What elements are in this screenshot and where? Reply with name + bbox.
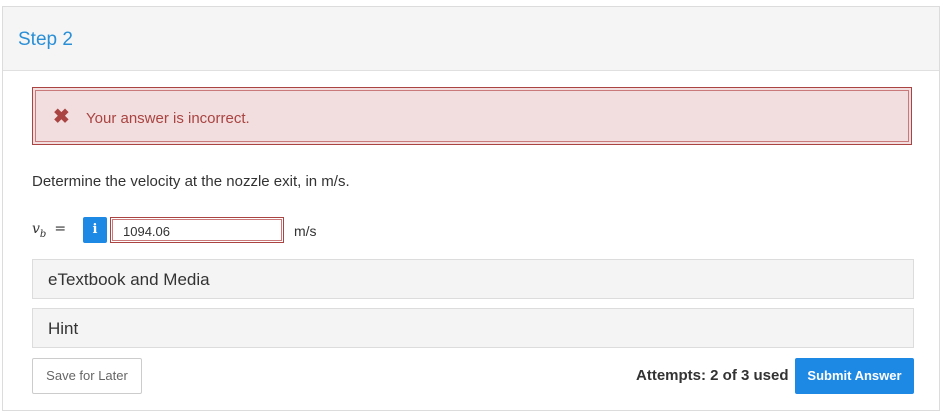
incorrect-alert: ✖ Your answer is incorrect. — [32, 87, 912, 145]
save-for-later-button[interactable]: Save for Later — [32, 358, 142, 394]
variable-subscript: b — [39, 228, 47, 240]
step-title: Step 2 — [18, 29, 73, 50]
attempts-counter: Attempts: 2 of 3 used — [636, 367, 789, 384]
answer-input[interactable]: 1094.06 — [110, 217, 284, 243]
question-panel: Step 2 — [2, 6, 940, 411]
step-header: Step 2 — [3, 7, 939, 71]
alert-message: Your answer is incorrect. — [86, 110, 250, 127]
variable-label: vb = — [32, 221, 66, 240]
etextbook-media-toggle[interactable]: eTextbook and Media — [32, 259, 914, 299]
hint-toggle[interactable]: Hint — [32, 308, 914, 348]
answer-value[interactable]: 1094.06 — [112, 219, 282, 241]
equals-sign: = — [54, 221, 67, 237]
submit-answer-button[interactable]: Submit Answer — [795, 358, 914, 394]
variable-symbol: v — [32, 221, 40, 237]
question-prompt: Determine the velocity at the nozzle exi… — [32, 173, 350, 190]
close-icon: ✖ — [53, 106, 70, 128]
unit-label: m/s — [294, 223, 317, 239]
info-icon[interactable]: i — [83, 217, 107, 243]
